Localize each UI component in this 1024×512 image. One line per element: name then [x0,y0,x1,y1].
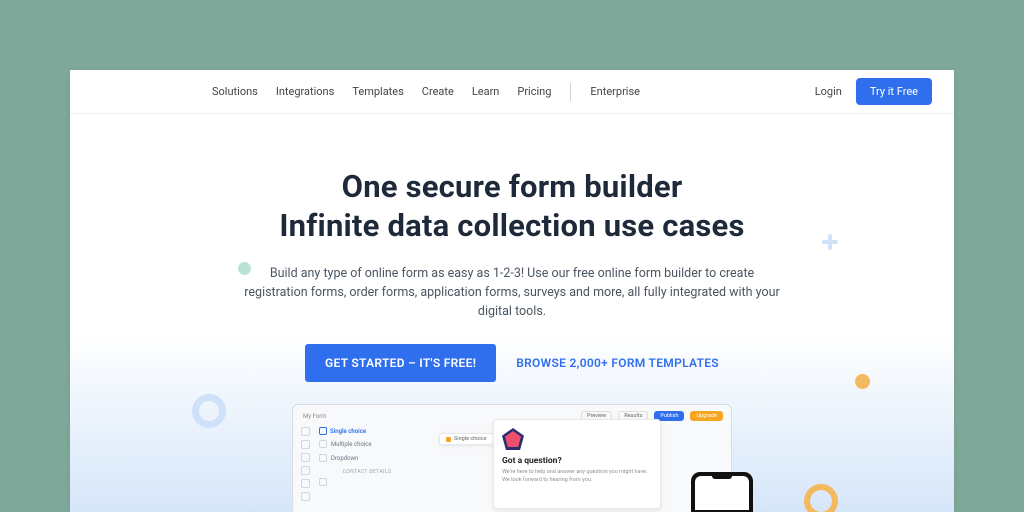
product-mockup: My Form Preview Results Publish Upgrade … [277,404,747,512]
nav-learn[interactable]: Learn [472,85,500,98]
nav-integrations[interactable]: Integrations [276,85,334,98]
hero: One secure form builder Infinite data co… [70,114,954,512]
nav-templates[interactable]: Templates [352,85,403,98]
mockup-question-body: We're here to help and answer any questi… [502,469,652,484]
mockup-drag-tag: Single choice [439,433,494,445]
try-free-button[interactable]: Try it Free [856,78,932,105]
hero-subhead: Build any type of online form as easy as… [242,264,782,322]
page-card: Solutions Integrations Templates Create … [70,70,954,512]
ring-decoration-icon [804,484,838,512]
mockup-fields: Single choice Multiple choice Dropdown C… [319,425,415,512]
hero-actions: GET STARTED – IT'S FREE! BROWSE 2,000+ F… [70,344,954,382]
mockup-form-title: My Form [303,413,327,420]
nav-divider [570,83,571,101]
nav-pricing[interactable]: Pricing [517,85,551,98]
phone-notch-icon [712,476,732,479]
mockup-field-row: Multiple choice [319,437,415,451]
mockup-upgrade-pill: Upgrade [690,411,723,421]
nav-create[interactable]: Create [422,85,454,98]
mockup-question-title: Got a question? [502,456,652,466]
login-link[interactable]: Login [815,85,842,98]
nav-enterprise[interactable]: Enterprise [590,85,640,98]
phone-mockup [691,472,753,512]
browse-templates-link[interactable]: BROWSE 2,000+ FORM TEMPLATES [516,356,719,370]
top-nav: Solutions Integrations Templates Create … [70,70,954,114]
mockup-field-row: Dropdown [319,451,415,465]
mockup-field-active: Single choice [319,425,415,437]
hero-title-line1: One secure form builder [342,168,683,205]
get-started-button[interactable]: GET STARTED – IT'S FREE! [305,344,496,382]
mockup-field-row [319,475,415,489]
nav-solutions[interactable]: Solutions [212,85,258,98]
mockup-question-card: Got a question? We're here to help and a… [493,419,661,509]
shield-icon [502,428,524,450]
hero-title: One secure form builder Infinite data co… [70,168,954,246]
nav-links: Solutions Integrations Templates Create … [212,83,640,101]
ring-decoration-icon [192,394,226,428]
hero-title-line2: Infinite data collection use cases [279,207,744,244]
mockup-side-icons [301,425,313,512]
laptop-mockup: My Form Preview Results Publish Upgrade … [292,404,732,512]
